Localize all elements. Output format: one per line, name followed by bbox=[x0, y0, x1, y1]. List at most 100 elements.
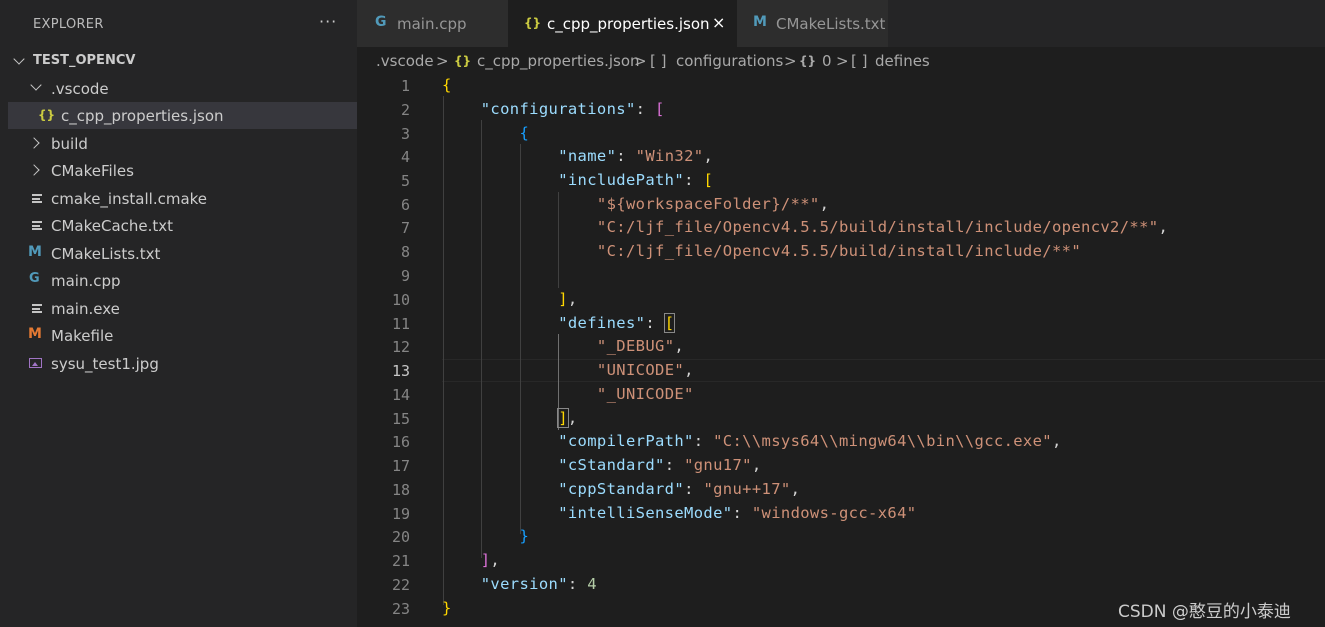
json-string: "${workspaceFolder}/**" bbox=[596, 195, 820, 213]
code-line-3: { bbox=[519, 124, 530, 142]
code-line-6: "${workspaceFolder}/**", bbox=[596, 195, 830, 213]
breadcrumb-separator-icon: > bbox=[836, 52, 849, 70]
tree-item-c-cpp-properties-json[interactable]: {} c_cpp_properties.json bbox=[8, 102, 357, 129]
line-number: 9 bbox=[400, 267, 410, 285]
watermark: CSDN @憨豆的小泰迪 bbox=[1118, 602, 1291, 622]
tree-item-main-exe[interactable]: main.exe bbox=[8, 295, 357, 322]
lines-file-icon bbox=[32, 221, 42, 230]
tree-item-cmakecache[interactable]: CMakeCache.txt bbox=[8, 212, 357, 239]
json-key: "intelliSenseMode" bbox=[558, 504, 733, 522]
breadcrumb-vscode[interactable]: .vscode bbox=[376, 52, 434, 70]
tab-bar: G main.cpp {} c_cpp_properties.json × M … bbox=[357, 0, 1325, 47]
line-number: 10 bbox=[391, 291, 410, 309]
breadcrumb-file[interactable]: c_cpp_properties.json bbox=[477, 52, 640, 70]
line-number: 1 bbox=[400, 77, 410, 95]
line-number: 3 bbox=[400, 125, 410, 143]
line-number: 19 bbox=[391, 505, 410, 523]
tree-item-makefile[interactable]: M Makefile bbox=[8, 322, 357, 349]
cpp-file-icon: G bbox=[375, 14, 387, 30]
tab-label: CMakeLists.txt bbox=[776, 15, 886, 33]
line-number: 12 bbox=[391, 338, 410, 356]
array-brackets-icon: [ ] bbox=[650, 52, 667, 70]
code-line-21: ], bbox=[480, 551, 501, 569]
json-string: "_DEBUG" bbox=[596, 337, 675, 355]
tab-c-cpp-properties-json[interactable]: {} c_cpp_properties.json × bbox=[508, 0, 738, 47]
tree-item-cmake-install[interactable]: cmake_install.cmake bbox=[8, 185, 357, 212]
breadcrumb-separator-icon: > bbox=[634, 52, 647, 70]
json-string: "gnu++17" bbox=[703, 480, 791, 498]
code-line-16: "compilerPath": "C:\\msys64\\mingw64\\bi… bbox=[558, 432, 1062, 450]
code-line-4: "name": "Win32", bbox=[558, 147, 714, 165]
json-number: 4 bbox=[587, 575, 597, 593]
json-key: "defines" bbox=[558, 314, 646, 332]
line-number: 5 bbox=[400, 172, 410, 190]
json-key: "configurations" bbox=[480, 100, 636, 118]
tree-item-cmakelists[interactable]: M CMakeLists.txt bbox=[8, 240, 357, 267]
line-number: 11 bbox=[391, 315, 410, 333]
explorer-title: EXPLORER bbox=[33, 17, 104, 32]
tab-cmakelists[interactable]: M CMakeLists.txt bbox=[737, 0, 889, 47]
root-folder-label: TEST_OPENCV bbox=[33, 53, 136, 68]
explorer-sidebar: EXPLORER ··· TEST_OPENCV .vscode {} c_cp… bbox=[0, 0, 357, 627]
line-number: 6 bbox=[400, 196, 410, 214]
tree-item-main-cpp[interactable]: G main.cpp bbox=[8, 267, 357, 294]
tree-item-label: main.cpp bbox=[51, 272, 121, 290]
line-number: 14 bbox=[391, 386, 410, 404]
json-string: "gnu17" bbox=[684, 456, 752, 474]
code-line-20: } bbox=[519, 527, 530, 545]
close-icon[interactable]: × bbox=[712, 13, 725, 32]
breadcrumb-index[interactable]: 0 bbox=[822, 52, 832, 70]
tree-item-vscode-folder[interactable]: .vscode bbox=[8, 75, 357, 102]
line-number: 4 bbox=[400, 148, 410, 166]
tree-item-label: cmake_install.cmake bbox=[51, 190, 208, 208]
line-number: 7 bbox=[400, 219, 410, 237]
line-number: 23 bbox=[391, 600, 410, 618]
code-line-8: "C:/ljf_file/Opencv4.5.5/build/install/i… bbox=[442, 242, 1081, 260]
breadcrumb-separator-icon: > bbox=[784, 52, 797, 70]
breadcrumb: .vscode > {} c_cpp_properties.json > [ ]… bbox=[357, 48, 1325, 74]
json-braces-icon: {} bbox=[524, 16, 542, 30]
tree-item-build-folder[interactable]: build bbox=[8, 130, 357, 157]
json-string: "C:/ljf_file/Opencv4.5.5/build/install/i… bbox=[596, 218, 1159, 236]
tree-item-label: .vscode bbox=[51, 80, 109, 98]
json-string: "C:/ljf_file/Opencv4.5.5/build/install/i… bbox=[596, 242, 1082, 260]
more-actions-icon[interactable]: ··· bbox=[319, 12, 337, 31]
code-line-17: "cStandard": "gnu17", bbox=[558, 456, 762, 474]
line-number: 13 bbox=[391, 362, 410, 380]
line-number: 18 bbox=[391, 481, 410, 499]
tree-item-label: Makefile bbox=[51, 327, 114, 345]
code-line-1: { bbox=[442, 76, 452, 94]
tree-item-label: CMakeFiles bbox=[51, 162, 134, 180]
line-number: 22 bbox=[391, 576, 410, 594]
json-key: "cStandard" bbox=[558, 456, 665, 474]
breadcrumb-configurations[interactable]: configurations bbox=[676, 52, 783, 70]
tree-item-cmakefiles-folder[interactable]: CMakeFiles bbox=[8, 157, 357, 184]
json-string: "Win32" bbox=[635, 147, 704, 165]
code-line-22: "version": 4 bbox=[480, 575, 597, 593]
breadcrumb-separator-icon: > bbox=[436, 52, 449, 70]
code-line-10: ], bbox=[558, 290, 578, 308]
json-string: "_UNICODE" bbox=[596, 385, 694, 403]
tree-item-label: main.exe bbox=[51, 300, 120, 318]
m-file-icon: M bbox=[28, 326, 42, 342]
object-braces-icon: {} bbox=[799, 54, 817, 68]
root-folder-test-opencv[interactable]: TEST_OPENCV bbox=[0, 50, 357, 72]
image-file-icon bbox=[29, 358, 42, 368]
chevron-right-icon bbox=[28, 137, 40, 149]
tree-item-label: CMakeLists.txt bbox=[51, 245, 161, 263]
json-key: "version" bbox=[480, 575, 568, 593]
line-number: 17 bbox=[391, 457, 410, 475]
line-number: 16 bbox=[391, 433, 410, 451]
code-line-19: "intelliSenseMode": "windows-gcc-x64" bbox=[558, 504, 917, 522]
tab-main-cpp[interactable]: G main.cpp bbox=[357, 0, 509, 47]
tab-label: main.cpp bbox=[397, 15, 467, 33]
code-line-2: "configurations": [ bbox=[480, 100, 665, 118]
json-key: "cppStandard" bbox=[558, 480, 685, 498]
json-key: "compilerPath" bbox=[558, 432, 694, 450]
line-number: 2 bbox=[400, 101, 410, 119]
tree-item-sysu-test1-jpg[interactable]: sysu_test1.jpg bbox=[8, 350, 357, 377]
line-number: 8 bbox=[400, 243, 410, 261]
code-editor[interactable]: 1 2 3 4 5 6 7 8 9 10 11 12 13 14 15 16 17 18 19 20 21 22 23 { … bbox=[357, 74, 1325, 627]
breadcrumb-defines[interactable]: defines bbox=[875, 52, 930, 70]
